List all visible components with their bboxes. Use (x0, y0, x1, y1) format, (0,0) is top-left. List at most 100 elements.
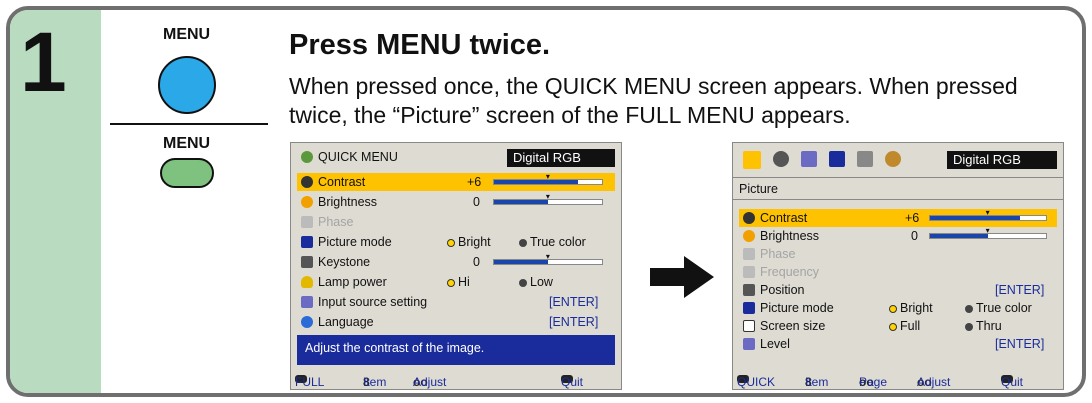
row-label: Phase (760, 247, 796, 261)
quick-menu-footer: FULL 8 Item oo Adjust Quit (295, 375, 584, 389)
full-row-screen-size[interactable]: Screen size Full Thru (739, 317, 1057, 335)
brightness-slider[interactable]: ▾ (493, 192, 603, 205)
menu-button-circle[interactable] (158, 56, 216, 114)
row-label: Frequency (760, 265, 820, 279)
full-menu-tabs (743, 151, 901, 169)
full-row-brightness[interactable]: Brightness 0 ▾ (739, 226, 1057, 245)
options-tab-icon[interactable] (857, 151, 873, 167)
row-value: 0 (473, 255, 480, 269)
step-description: When pressed once, the QUICK MENU screen… (289, 73, 1018, 128)
option-label: True color (976, 301, 1032, 315)
full-menu-footer: QUICK 8 Item oo Page oo Adjust Quit (737, 375, 1024, 389)
full-row-position[interactable]: Position [ENTER] (739, 281, 1057, 299)
screen-tab-icon[interactable] (801, 151, 817, 167)
row-value: +6 (467, 175, 482, 189)
menu-button-label: MENU (163, 26, 211, 43)
globe-icon (301, 316, 313, 328)
option-radio-icon (447, 278, 455, 287)
quick-menu-header: QUICK MENU (297, 150, 398, 164)
menu-button-label-2: MENU (163, 135, 211, 152)
row-label: Language (318, 315, 374, 329)
quick-row-contrast[interactable]: Contrast +6 ▾ (297, 172, 615, 191)
quick-row-brightness[interactable]: Brightness 0 ▾ (297, 192, 615, 211)
brightness-icon (301, 196, 313, 208)
divider (110, 123, 268, 125)
contrast-icon (301, 176, 313, 188)
option-radio-icon (519, 278, 527, 287)
option-label: Hi (458, 275, 470, 289)
quick-row-input-source[interactable]: Input source setting [ENTER] (297, 293, 615, 311)
full-row-frequency: Frequency (739, 263, 1057, 281)
input-source-tag: Digital RGB (947, 151, 1057, 169)
row-value: +6 (905, 211, 920, 225)
language-tab-icon[interactable] (885, 151, 901, 167)
option-radio-icon (965, 304, 973, 313)
option-label: Low (530, 275, 553, 289)
picture-tab-icon[interactable] (743, 151, 761, 169)
menu-button-oval[interactable] (160, 158, 214, 188)
row-label: Brightness (318, 195, 378, 209)
position-icon (743, 284, 755, 296)
audio-tab-icon[interactable] (773, 151, 789, 167)
option-label: Bright (900, 301, 933, 315)
phase-icon (301, 216, 313, 228)
keystone-slider[interactable]: ▾ (493, 252, 603, 265)
row-label: Input source setting (318, 295, 428, 309)
brightness-slider[interactable]: ▾ (929, 226, 1047, 239)
screen-size-icon (743, 320, 755, 332)
lamp-icon (301, 276, 313, 288)
enter-label: [ENTER] (995, 283, 1045, 297)
contrast-icon (743, 212, 755, 224)
quick-row-lamp-power[interactable]: Lamp power Hi Low (297, 273, 615, 291)
right-arrow-icon (650, 256, 714, 298)
quick-menu-title: QUICK MENU (318, 150, 398, 164)
level-icon (743, 338, 755, 350)
picture-mode-icon (743, 302, 755, 314)
option-label: Thru (976, 319, 1002, 333)
help-box: Adjust the contrast of the image. (297, 335, 615, 365)
row-label: Screen size (760, 319, 826, 333)
instruction-frame: 1 MENU MENU Press MENU twice. When press… (6, 6, 1086, 397)
row-label: Brightness (760, 229, 820, 243)
brightness-icon (743, 230, 755, 242)
input-source-tag: Digital RGB (507, 149, 615, 167)
row-label: Contrast (318, 175, 366, 189)
full-row-level[interactable]: Level [ENTER] (739, 335, 1057, 353)
row-label: Picture mode (760, 301, 834, 315)
full-row-picture-mode[interactable]: Picture mode Bright True color (739, 299, 1057, 317)
step-heading: Press MENU twice. (289, 29, 551, 61)
setup-tab-icon[interactable] (829, 151, 845, 167)
quick-row-keystone[interactable]: Keystone 0 ▾ (297, 252, 615, 271)
option-radio-icon (889, 304, 897, 313)
row-label: Position (760, 283, 805, 297)
option-label: Full (900, 319, 921, 333)
row-value: 0 (473, 195, 480, 209)
contrast-slider[interactable]: ▾ (929, 208, 1047, 221)
step-number: 1 (20, 15, 67, 109)
row-label: Picture mode (318, 235, 392, 249)
option-radio-icon (519, 238, 527, 247)
option-radio-icon (447, 238, 455, 247)
option-radio-icon (965, 322, 973, 331)
row-label: Phase (318, 215, 354, 229)
full-row-contrast[interactable]: Contrast +6 ▾ (739, 208, 1057, 227)
row-label: Lamp power (318, 275, 387, 289)
quick-row-language[interactable]: Language [ENTER] (297, 313, 615, 331)
option-radio-icon (889, 322, 897, 331)
full-row-phase: Phase (739, 245, 1057, 263)
row-label: Contrast (760, 211, 808, 225)
quick-menu-screen: QUICK MENU Digital RGB Contrast +6 ▾ Bri… (290, 142, 622, 390)
row-label: Keystone (318, 255, 371, 269)
enter-label: [ENTER] (549, 295, 599, 309)
enter-label: [ENTER] (549, 315, 599, 329)
section-title: Picture (739, 182, 778, 196)
enter-label: [ENTER] (995, 337, 1045, 351)
keystone-icon (301, 256, 313, 268)
option-label: True color (530, 235, 586, 249)
step-column: 1 (10, 10, 101, 393)
contrast-slider[interactable]: ▾ (493, 172, 603, 185)
input-source-icon (301, 296, 313, 308)
quick-menu-icon (301, 151, 313, 163)
row-label: Level (760, 337, 790, 351)
quick-row-picture-mode[interactable]: Picture mode Bright True color (297, 233, 615, 251)
